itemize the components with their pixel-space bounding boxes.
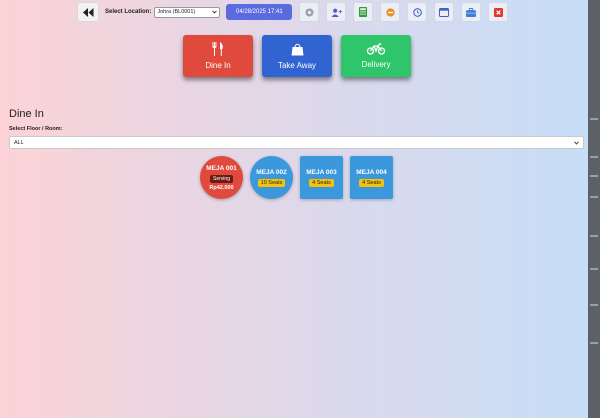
window-edge	[588, 0, 600, 418]
close-button[interactable]	[488, 2, 509, 22]
take-away-button[interactable]: Take Away	[262, 35, 332, 77]
table-name: MEJA 001	[206, 164, 237, 172]
shift-button[interactable]	[461, 2, 482, 22]
order-type-group: Dine In Take Away Delivery	[183, 35, 411, 77]
calculator-icon	[359, 7, 368, 17]
location-select[interactable]: Johra (BL0001)	[154, 6, 221, 18]
window-button[interactable]	[434, 2, 455, 22]
table-name: MEJA 002	[256, 168, 287, 176]
status-badge: Serving	[210, 174, 233, 183]
calculator-button[interactable]	[353, 2, 374, 22]
back-button[interactable]	[77, 2, 99, 22]
table-amount: Rp42.000	[209, 184, 234, 191]
top-toolbar: Select Location: Johra (BL0001) 04/28/20…	[77, 2, 515, 22]
chevron-down-icon	[212, 10, 218, 14]
dine-in-label: Dine In	[205, 61, 231, 70]
minus-circle-icon	[386, 7, 395, 17]
floor-select[interactable]: ALL	[9, 136, 584, 149]
seats-badge: 4 Seats	[359, 178, 384, 187]
dine-in-button[interactable]: Dine In	[183, 35, 253, 77]
location-label: Select Location:	[105, 9, 152, 15]
clock-icon	[413, 7, 422, 17]
circle-icon	[305, 7, 314, 17]
datetime-display: 04/28/2025 17:41	[226, 4, 293, 20]
close-icon	[493, 7, 503, 17]
table-card[interactable]: MEJA 003 4 Seats	[300, 156, 343, 199]
table-card[interactable]: MEJA 001 Serving Rp42.000	[200, 156, 243, 199]
briefcase-icon	[466, 7, 477, 17]
table-card[interactable]: MEJA 002 10 Seats	[250, 156, 293, 199]
table-card[interactable]: MEJA 004 4 Seats	[350, 156, 393, 199]
table-grid: MEJA 001 Serving Rp42.000 MEJA 002 10 Se…	[200, 156, 393, 199]
seats-badge: 10 Seats	[257, 178, 286, 187]
add-customer-button[interactable]	[326, 2, 347, 22]
location-value: Johra (BL0001)	[157, 9, 196, 15]
floor-value: ALL	[14, 139, 24, 146]
user-add-icon	[331, 8, 342, 17]
page-title: Dine In	[9, 108, 44, 120]
take-away-label: Take Away	[277, 60, 317, 70]
cash-out-button[interactable]	[380, 2, 401, 22]
table-name: MEJA 003	[306, 168, 337, 176]
table-name: MEJA 004	[356, 168, 387, 176]
utensils-icon	[212, 42, 223, 56]
shopping-bag-icon	[291, 43, 303, 55]
delivery-label: Delivery	[361, 60, 391, 69]
seats-badge: 4 Seats	[309, 178, 334, 187]
window-icon	[439, 7, 450, 17]
info-button[interactable]	[299, 2, 320, 22]
history-button[interactable]	[407, 2, 428, 22]
motorcycle-icon	[367, 43, 385, 55]
chevron-down-icon	[574, 140, 579, 145]
rewind-icon	[82, 7, 93, 17]
floor-label: Select Floor / Room:	[9, 126, 63, 132]
delivery-button[interactable]: Delivery	[341, 35, 411, 77]
